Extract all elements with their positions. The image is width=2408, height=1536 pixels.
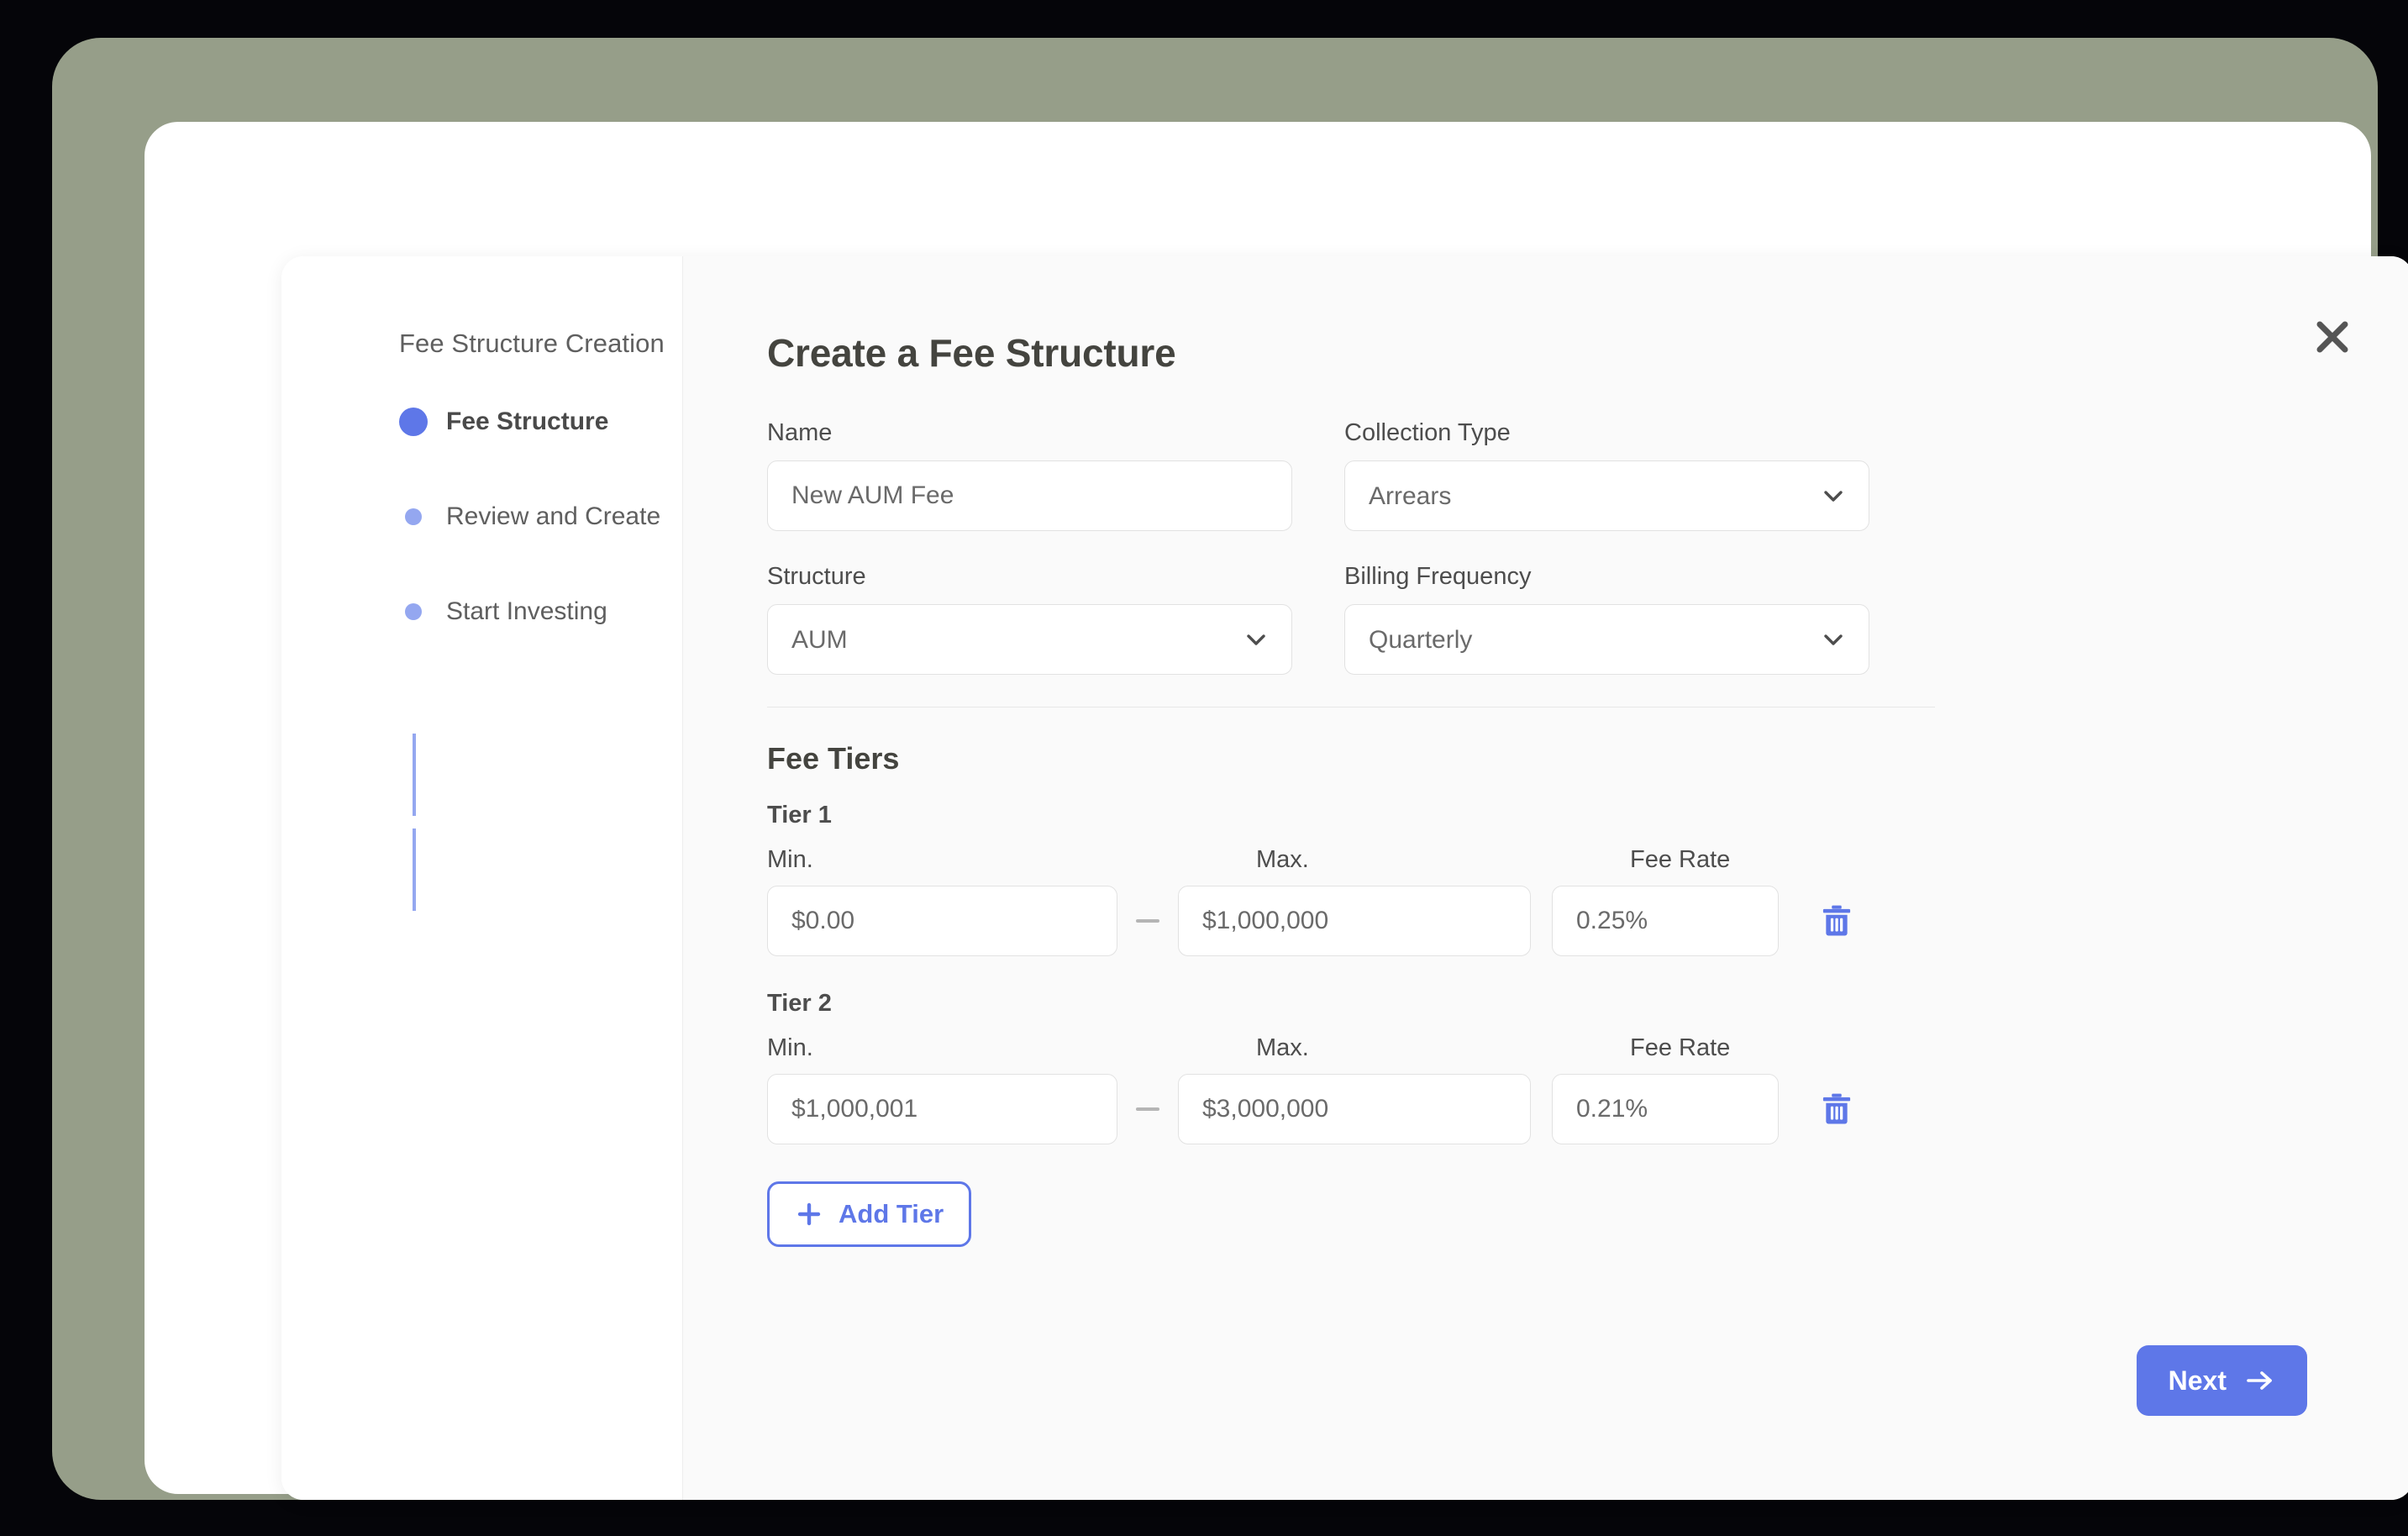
app-window: Fee Structure Creation Fee Structure Rev… [145, 122, 2408, 1500]
billing-frequency-select[interactable]: Quarterly [1344, 604, 1869, 675]
min-label: Min. [767, 846, 813, 873]
collection-type-label: Collection Type [1344, 419, 1511, 446]
form-row-1: Name Collection Type Arrears [767, 419, 2408, 531]
add-tier-button[interactable]: Add Tier [767, 1181, 972, 1247]
collection-type-select[interactable]: Arrears [1344, 460, 1869, 531]
step-dot-wrapper [399, 508, 446, 525]
wizard-steps: Fee Structure Review and Create Start In… [399, 406, 682, 911]
fee-rate-label: Fee Rate [1630, 1034, 1731, 1061]
tier-max-input[interactable] [1178, 1074, 1531, 1144]
structure-select[interactable]: AUM [767, 604, 1292, 675]
wizard-step-label: Fee Structure [446, 408, 609, 435]
collection-type-select-wrapper: Arrears [1344, 460, 1869, 531]
close-icon [2316, 321, 2348, 353]
fee-tiers-heading: Fee Tiers [767, 741, 900, 776]
name-input[interactable] [767, 460, 1292, 531]
wizard-step-start-investing[interactable]: Start Investing [399, 596, 682, 628]
tier-column-labels: Min. Max. Fee Rate [767, 1034, 2408, 1062]
tier-input-row [767, 886, 2408, 956]
arrow-right-icon [2247, 1371, 2272, 1390]
step-dot [405, 603, 422, 620]
fee-structure-modal: Fee Structure Creation Fee Structure Rev… [281, 256, 2408, 1500]
step-dot [405, 508, 422, 525]
form-row-2: Structure AUM Billing Frequency Quarterl… [767, 563, 2408, 675]
add-tier-label: Add Tier [839, 1199, 944, 1228]
tier-column-labels: Min. Max. Fee Rate [767, 846, 2408, 874]
wizard-step-fee-structure[interactable]: Fee Structure [399, 406, 682, 438]
delete-tier-button[interactable] [1814, 1086, 1859, 1132]
tier-fee-rate-input[interactable] [1552, 1074, 1779, 1144]
trash-icon [1822, 905, 1851, 936]
next-label: Next [2168, 1365, 2227, 1396]
field-collection-type: Collection Type Arrears [1344, 419, 1869, 531]
tier-fee-rate-input[interactable] [1552, 886, 1779, 956]
range-separator [1117, 919, 1178, 923]
desktop-backdrop: Fee Structure Creation Fee Structure Rev… [52, 38, 2408, 1500]
wizard-step-review-and-create[interactable]: Review and Create [399, 501, 682, 533]
wizard-step-label: Start Investing [446, 597, 607, 625]
name-label: Name [767, 419, 833, 446]
tier-row: Tier 2 Min. Max. Fee Rate [767, 990, 2408, 1144]
max-label: Max. [1256, 846, 1309, 873]
page-title: Create a Fee Structure [767, 331, 1176, 375]
tier-min-input[interactable] [767, 886, 1117, 956]
billing-frequency-select-wrapper: Quarterly [1344, 604, 1869, 675]
range-separator [1117, 1107, 1178, 1111]
min-label: Min. [767, 1034, 813, 1061]
billing-frequency-label: Billing Frequency [1344, 563, 1532, 590]
step-connector-1 [413, 734, 416, 816]
wizard-sidebar: Fee Structure Creation Fee Structure Rev… [281, 256, 683, 1500]
step-dot-wrapper [399, 603, 446, 620]
tier-title: Tier 1 [767, 802, 832, 828]
trash-icon [1822, 1093, 1851, 1124]
delete-tier-button[interactable] [1814, 898, 1859, 944]
step-dot-wrapper [399, 408, 446, 436]
close-button[interactable] [2309, 313, 2356, 360]
sidebar-title: Fee Structure Creation [399, 329, 665, 358]
section-divider [767, 707, 1935, 708]
tier-min-input[interactable] [767, 1074, 1117, 1144]
step-connector-2 [413, 828, 416, 911]
max-label: Max. [1256, 1034, 1309, 1061]
step-dot-active [399, 408, 428, 436]
field-billing-frequency: Billing Frequency Quarterly [1344, 563, 1869, 675]
tier-input-row [767, 1074, 2408, 1144]
field-name: Name [767, 419, 1292, 531]
tier-title: Tier 2 [767, 990, 832, 1017]
plus-icon [797, 1202, 821, 1226]
next-button[interactable]: Next [2136, 1345, 2307, 1416]
structure-select-wrapper: AUM [767, 604, 1292, 675]
tier-row: Tier 1 Min. Max. Fee Rate [767, 802, 2408, 956]
modal-main-panel: Create a Fee Structure Name Collection T… [683, 256, 2408, 1500]
wizard-step-label: Review and Create [446, 502, 661, 530]
fee-rate-label: Fee Rate [1630, 846, 1731, 873]
tier-max-input[interactable] [1178, 886, 1531, 956]
field-structure: Structure AUM [767, 563, 1292, 675]
structure-label: Structure [767, 563, 866, 590]
